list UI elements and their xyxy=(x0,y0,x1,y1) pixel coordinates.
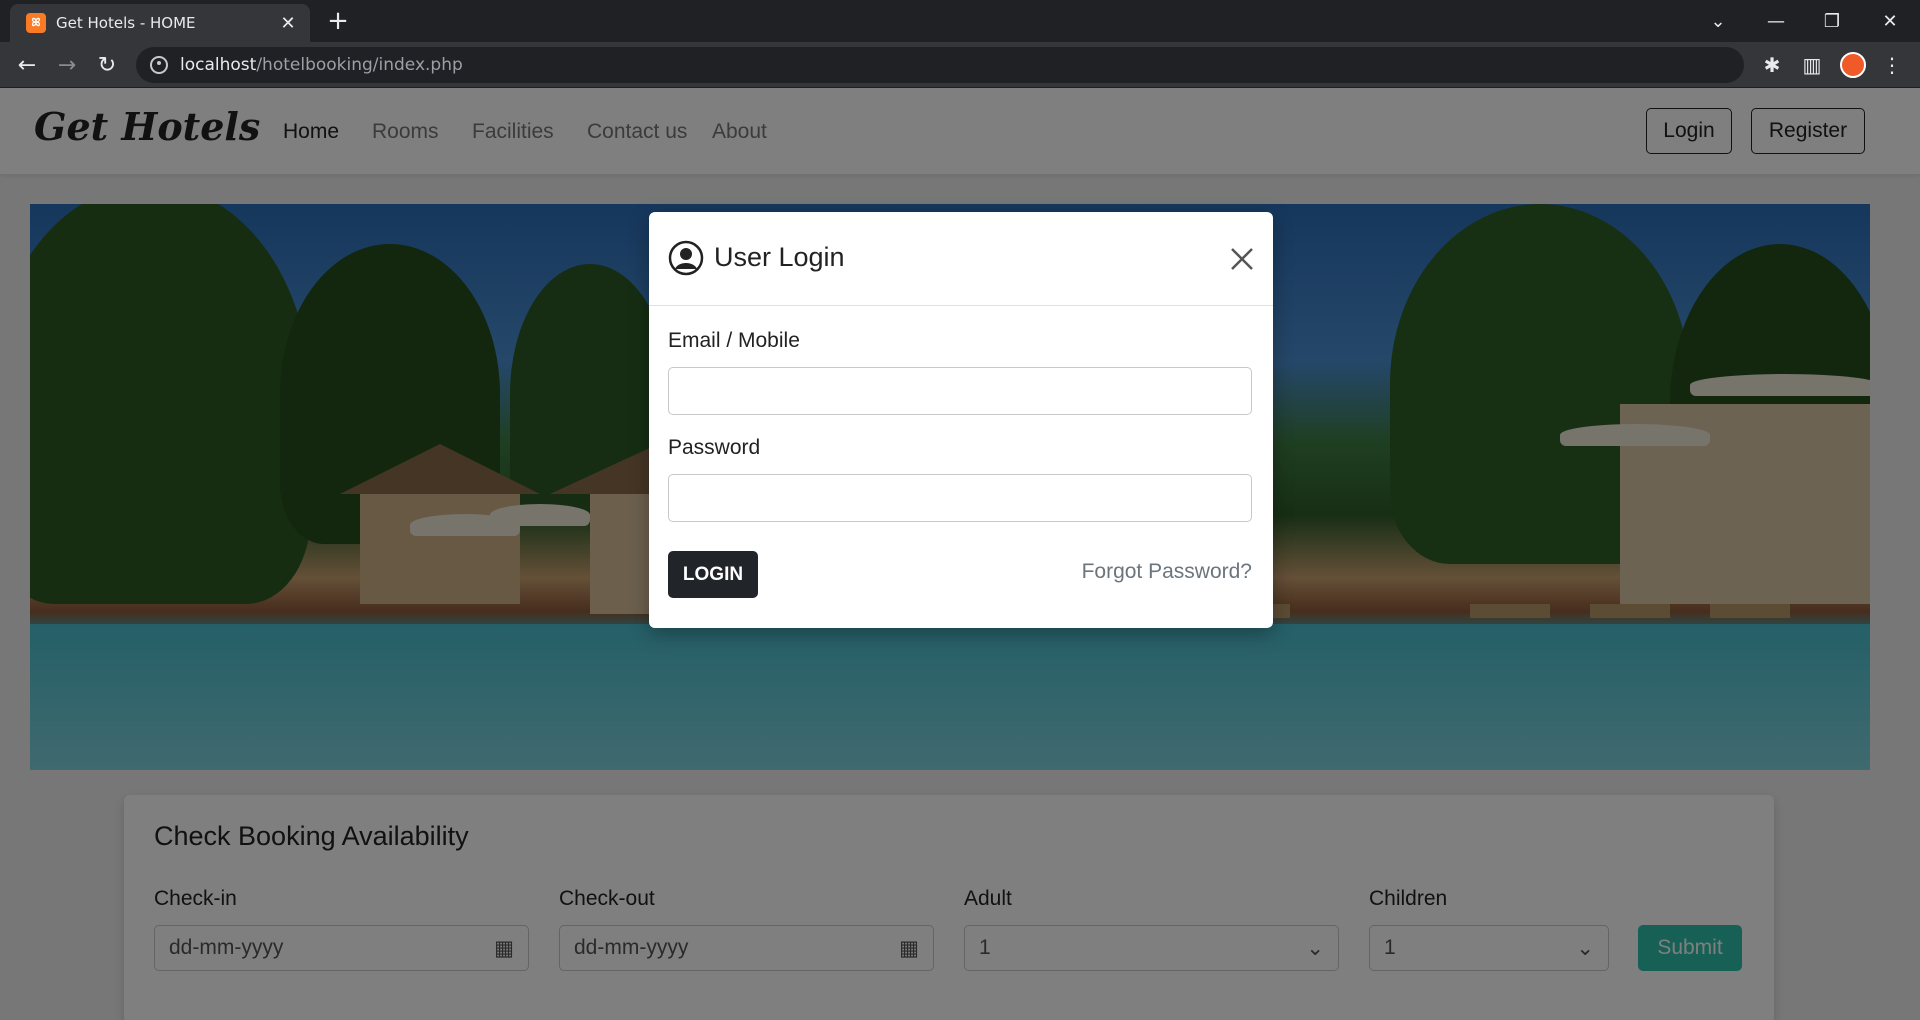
extensions-icon[interactable]: ✱ xyxy=(1757,50,1787,80)
tab-close-icon[interactable]: ✕ xyxy=(278,13,298,34)
site-info-icon[interactable] xyxy=(150,56,168,74)
modal-login-button[interactable]: LOGIN xyxy=(668,551,758,598)
browser-toolbar: ← → ↻ localhost/hotelbooking/index.php ✱… xyxy=(0,42,1920,88)
email-field[interactable] xyxy=(668,367,1252,415)
email-label: Email / Mobile xyxy=(668,329,800,352)
url-host: localhost xyxy=(180,55,257,75)
back-icon[interactable]: ← xyxy=(11,49,43,81)
xampp-favicon-icon: ꕤ xyxy=(26,13,46,33)
forgot-password-link[interactable]: Forgot Password? xyxy=(1082,560,1252,584)
browser-tab[interactable]: ꕤ Get Hotels - HOME ✕ xyxy=(10,4,310,42)
tab-search-chevron-icon[interactable]: ⌄ xyxy=(1690,0,1746,42)
url-path: /hotelbooking/index.php xyxy=(256,55,463,75)
new-tab-icon[interactable]: + xyxy=(323,8,353,34)
close-icon[interactable] xyxy=(1229,246,1255,272)
minimize-icon[interactable]: — xyxy=(1748,0,1804,42)
password-label: Password xyxy=(668,436,761,459)
tab-title: Get Hotels - HOME xyxy=(56,14,196,32)
user-circle-icon xyxy=(668,240,704,276)
browser-menu-icon[interactable]: ⋮ xyxy=(1877,50,1907,80)
side-panel-icon[interactable]: ▥ xyxy=(1797,50,1827,80)
reload-icon[interactable]: ↻ xyxy=(91,49,123,81)
forward-icon[interactable]: → xyxy=(51,49,83,81)
password-field[interactable] xyxy=(668,474,1252,522)
window-close-icon[interactable]: ✕ xyxy=(1862,0,1918,42)
page-content: Get Hotels Home Rooms Facilities Contact… xyxy=(0,88,1920,1020)
modal-title: User Login xyxy=(714,242,845,272)
restore-icon[interactable]: ❐ xyxy=(1804,0,1860,42)
browser-tab-strip: ꕤ Get Hotels - HOME ✕ + ⌄ — ❐ ✕ xyxy=(0,0,1920,42)
profile-avatar[interactable] xyxy=(1840,52,1866,78)
modal-header: User Login xyxy=(649,212,1273,306)
address-bar[interactable]: localhost/hotelbooking/index.php xyxy=(136,47,1744,83)
user-login-modal: User Login Email / Mobile Password LOGIN… xyxy=(649,212,1273,628)
